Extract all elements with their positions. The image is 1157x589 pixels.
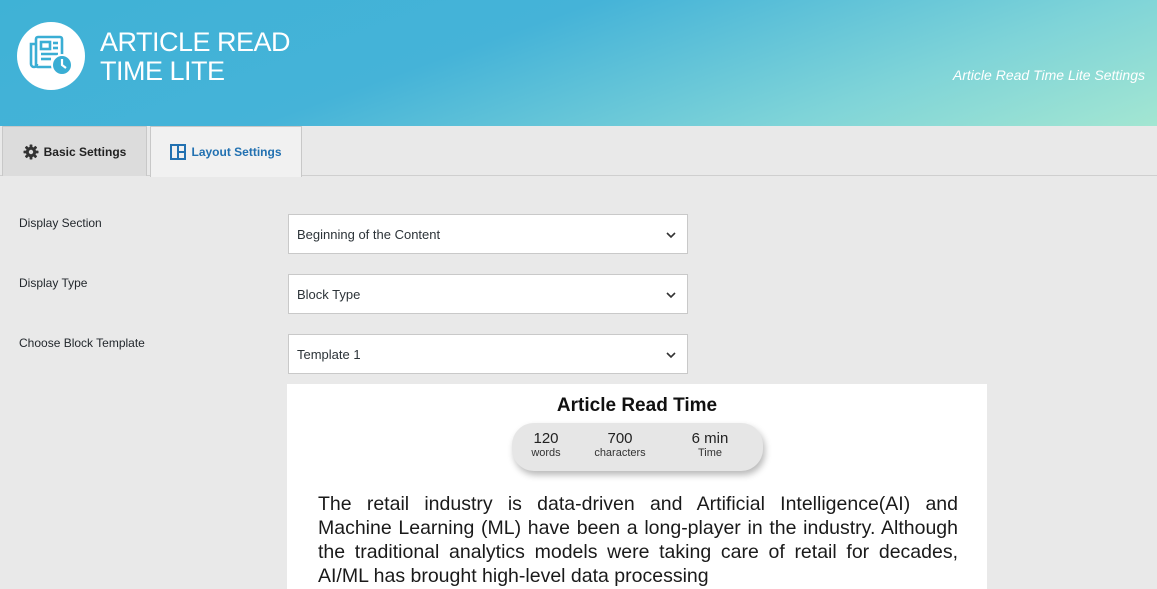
stat-words-value: 120 [533, 430, 559, 447]
display-type-value: Block Type [297, 286, 361, 302]
stat-time-value: 6 min [691, 430, 729, 447]
display-type-label: Display Type [19, 276, 88, 290]
settings-tabbar: Basic Settings Layout Settings [0, 126, 1157, 177]
read-time-stats: 120 words 700 characters 6 min Time [512, 423, 763, 471]
template-preview: Article Read Time 120 words 700 characte… [287, 384, 987, 589]
block-template-select[interactable]: Template 1 [288, 334, 688, 374]
newspaper-clock-icon [29, 35, 73, 76]
display-section-value: Beginning of the Content [297, 226, 441, 242]
stat-words: 120 words [524, 430, 568, 460]
preview-body-text: The retail industry is data-driven and A… [318, 493, 958, 587]
preview-title: Article Read Time [556, 395, 718, 416]
tab-basic-settings[interactable]: Basic Settings [2, 126, 147, 176]
layout-icon [170, 144, 187, 160]
block-template-value: Template 1 [297, 346, 361, 362]
app-title: ARTICLE READ TIME LITE [100, 28, 340, 86]
stat-characters: 700 characters [586, 430, 654, 460]
tab-layout-settings[interactable]: Layout Settings [150, 126, 302, 177]
stat-time: 6 min Time [682, 430, 738, 460]
stat-words-label: words [531, 447, 561, 459]
chevron-down-icon [666, 232, 676, 239]
block-template-label: Choose Block Template [19, 336, 145, 350]
chevron-down-icon [666, 352, 676, 359]
display-type-select[interactable]: Block Type [288, 274, 688, 314]
app-header: ARTICLE READ TIME LITE Article Read Time… [0, 0, 1157, 126]
chevron-down-icon [666, 292, 676, 299]
tab-basic-settings-label: Basic Settings [43, 144, 127, 159]
app-logo [17, 22, 85, 90]
stat-characters-label: characters [594, 447, 646, 459]
display-section-label: Display Section [19, 216, 102, 230]
gear-icon [23, 144, 39, 159]
app-title-line1: ARTICLE READ [100, 27, 291, 57]
display-section-select[interactable]: Beginning of the Content [288, 214, 688, 254]
app-title-line2: TIME LITE [100, 56, 225, 86]
stat-time-label: Time [697, 447, 723, 459]
tab-layout-settings-label: Layout Settings [191, 145, 282, 159]
stat-characters-value: 700 [607, 430, 633, 447]
header-subtitle: Article Read Time Lite Settings [952, 67, 1145, 83]
